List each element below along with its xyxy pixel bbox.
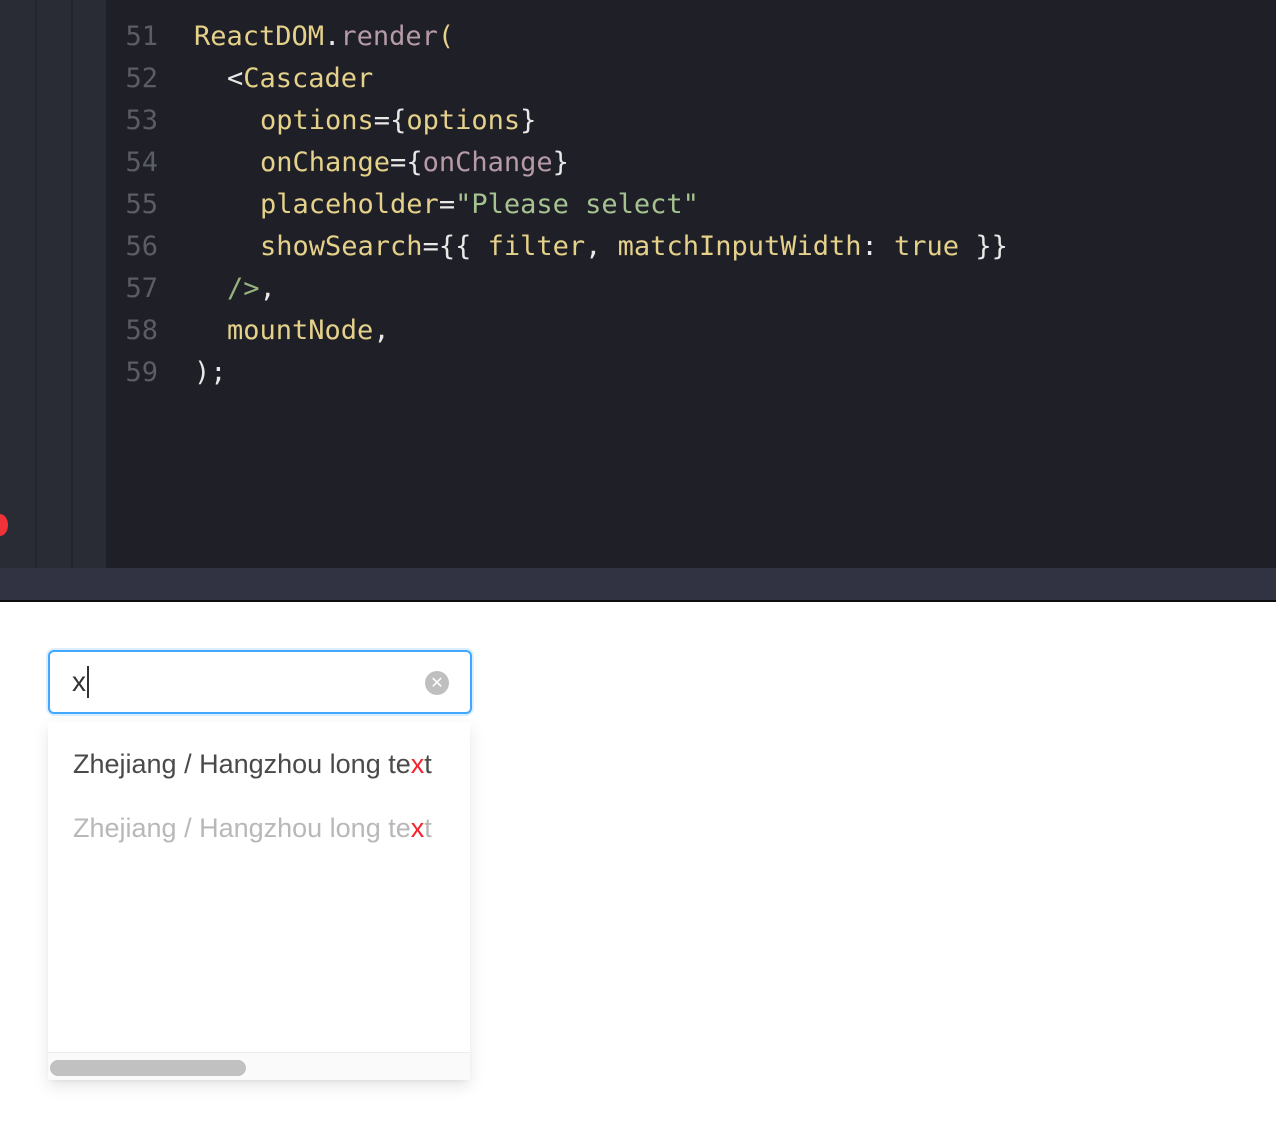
line-number: 58 [125, 315, 158, 346]
text-caret [87, 665, 89, 698]
match-highlight: x [410, 813, 425, 843]
close-circle-icon[interactable]: ✕ [425, 671, 449, 695]
cascader-option[interactable]: Zhejiang / Hangzhou long text [48, 732, 470, 796]
line-number: 52 [125, 63, 158, 94]
code-line-54: onChange={onChange} [260, 147, 569, 178]
editor-status-bar [0, 568, 1276, 602]
search-value[interactable]: x [72, 665, 89, 699]
editor-gutter-fold [37, 0, 73, 568]
cascader-dropdown: Zhejiang / Hangzhou long text Zhejiang /… [48, 722, 470, 1080]
line-number: 55 [125, 189, 158, 220]
code-line-57: />, [227, 273, 276, 304]
code-line-56: showSearch={{ filter, matchInputWidth: t… [260, 231, 1008, 262]
match-highlight: x [410, 749, 425, 779]
code-line-52: <Cascader [227, 63, 374, 94]
code-line-55: placeholder="Please select" [260, 189, 699, 220]
line-number: 56 [125, 231, 158, 262]
code-line-51: ReactDOM.render( [194, 21, 455, 52]
code-line-58: mountNode, [227, 315, 390, 346]
line-number: 53 [125, 105, 158, 136]
code-line-53: options={options} [260, 105, 537, 136]
code-editor[interactable]: 51 52 53 54 55 56 57 58 59 ReactDOM.rend… [0, 0, 1276, 568]
editor-gutter [0, 0, 37, 568]
cascader-option-disabled: Zhejiang / Hangzhou long text [73, 813, 432, 843]
scrollbar-thumb[interactable] [50, 1060, 246, 1076]
horizontal-scrollbar[interactable] [48, 1052, 470, 1080]
line-number: 59 [125, 357, 158, 388]
cascader-search-input[interactable]: x ✕ [48, 650, 472, 714]
line-number: 51 [125, 21, 158, 52]
code-line-59: ); [194, 357, 227, 388]
line-number: 54 [125, 147, 158, 178]
editor-gutter-margin [73, 0, 106, 568]
line-number: 57 [125, 273, 158, 304]
